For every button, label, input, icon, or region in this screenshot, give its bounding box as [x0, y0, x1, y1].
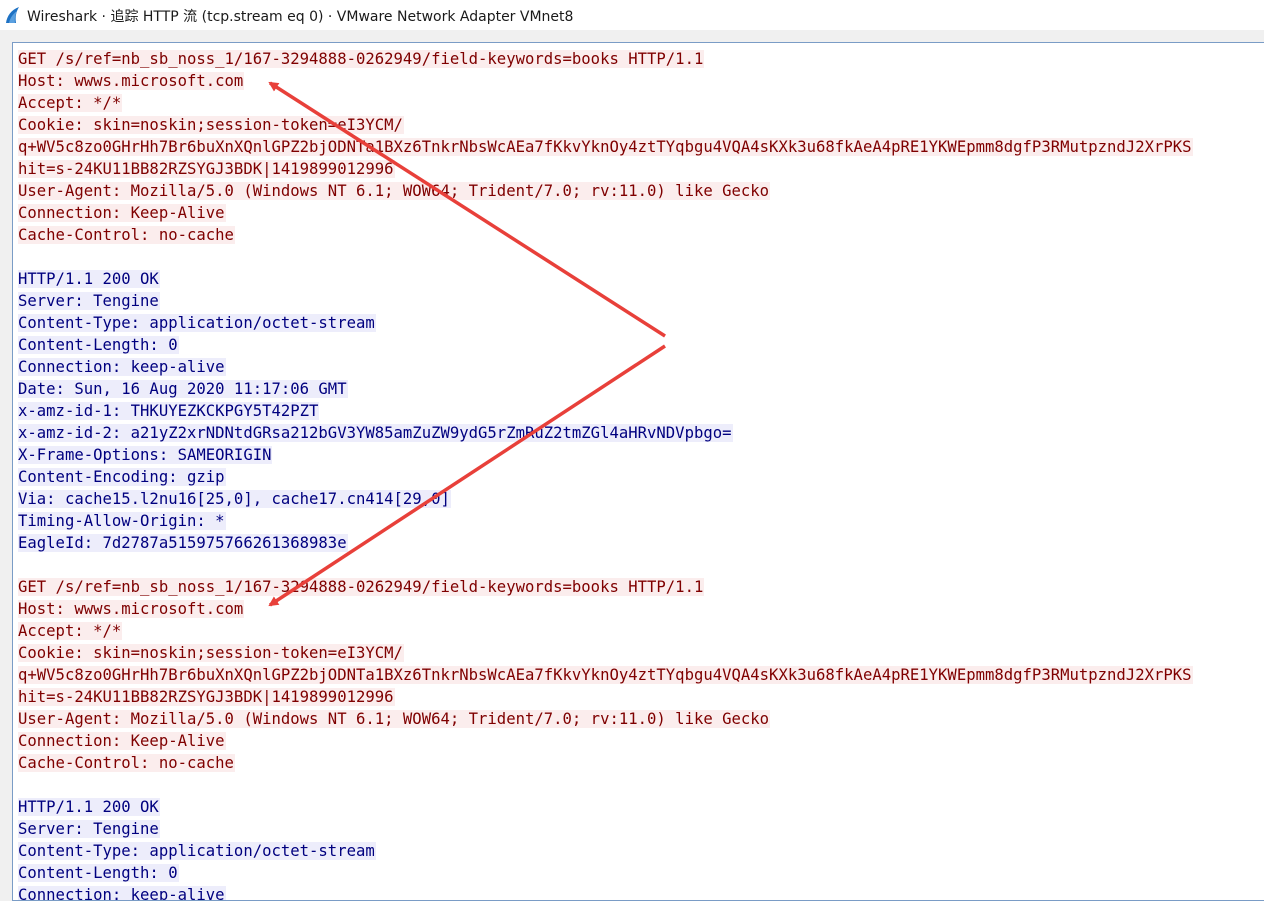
line-text: Host: wwws.microsoft.com: [18, 600, 245, 618]
client-line: GET /s/ref=nb_sb_noss_1/167-3294888-0262…: [18, 576, 1193, 598]
line-text: q+WV5c8zo0GHrHh7Br6buXnXQnlGPZ2bjODNTa1B…: [18, 666, 1193, 684]
line-text: Date: Sun, 16 Aug 2020 11:17:06 GMT: [18, 380, 348, 398]
stream-content[interactable]: GET /s/ref=nb_sb_noss_1/167-3294888-0262…: [18, 48, 1193, 900]
line-text: GET /s/ref=nb_sb_noss_1/167-3294888-0262…: [18, 50, 705, 68]
line-text: Cookie: skin=noskin;session-token=eI3YCM…: [18, 644, 404, 662]
client-line: Cookie: skin=noskin;session-token=eI3YCM…: [18, 642, 1193, 664]
line-text: Cache-Control: no-cache: [18, 754, 235, 772]
line-text: HTTP/1.1 200 OK: [18, 270, 160, 288]
client-line: Cache-Control: no-cache: [18, 752, 1193, 774]
line-text: hit=s-24KU11BB82RZSYGJ3BDK|1419899012996: [18, 160, 395, 178]
client-line: Host: wwws.microsoft.com: [18, 70, 1193, 92]
line-text: Server: Tengine: [18, 820, 160, 838]
line-text: Accept: */*: [18, 94, 123, 112]
server-line: Server: Tengine: [18, 818, 1193, 840]
line-text: Content-Length: 0: [18, 336, 179, 354]
server-line: X-Frame-Options: SAMEORIGIN: [18, 444, 1193, 466]
line-text: Cache-Control: no-cache: [18, 226, 235, 244]
line-text: EagleId: 7d2787a515975766261368983e: [18, 534, 348, 552]
client-line: Accept: */*: [18, 92, 1193, 114]
line-text: Cookie: skin=noskin;session-token=eI3YCM…: [18, 116, 404, 134]
server-line: HTTP/1.1 200 OK: [18, 796, 1193, 818]
line-text: Accept: */*: [18, 622, 123, 640]
server-line: Timing-Allow-Origin: *: [18, 510, 1193, 532]
server-line: x-amz-id-1: THKUYEZKCKPGY5T42PZT: [18, 400, 1193, 422]
line-text: x-amz-id-2: a21yZ2xrNDNtdGRsa212bGV3YW85…: [18, 424, 733, 442]
line-text: Content-Length: 0: [18, 864, 179, 882]
server-line: Server: Tengine: [18, 290, 1193, 312]
client-line: GET /s/ref=nb_sb_noss_1/167-3294888-0262…: [18, 48, 1193, 70]
window-body: GET /s/ref=nb_sb_noss_1/167-3294888-0262…: [0, 30, 1264, 901]
line-text: GET /s/ref=nb_sb_noss_1/167-3294888-0262…: [18, 578, 705, 596]
client-line: User-Agent: Mozilla/5.0 (Windows NT 6.1;…: [18, 708, 1193, 730]
server-line: Content-Type: application/octet-stream: [18, 840, 1193, 862]
line-text: x-amz-id-1: THKUYEZKCKPGY5T42PZT: [18, 402, 320, 420]
server-line: Content-Type: application/octet-stream: [18, 312, 1193, 334]
client-block: GET /s/ref=nb_sb_noss_1/167-3294888-0262…: [18, 576, 1193, 774]
line-text: Host: wwws.microsoft.com: [18, 72, 245, 90]
line-text: Timing-Allow-Origin: *: [18, 512, 226, 530]
server-line: Connection: keep-alive: [18, 884, 1193, 900]
follow-stream-text-view[interactable]: GET /s/ref=nb_sb_noss_1/167-3294888-0262…: [12, 42, 1264, 901]
client-line: Cookie: skin=noskin;session-token=eI3YCM…: [18, 114, 1193, 136]
client-line: Accept: */*: [18, 620, 1193, 642]
client-block: GET /s/ref=nb_sb_noss_1/167-3294888-0262…: [18, 48, 1193, 246]
server-line: Date: Sun, 16 Aug 2020 11:17:06 GMT: [18, 378, 1193, 400]
client-line: Connection: Keep-Alive: [18, 730, 1193, 752]
line-text: Via: cache15.l2nu16[25,0], cache17.cn414…: [18, 490, 451, 508]
client-line: Connection: Keep-Alive: [18, 202, 1193, 224]
client-line: q+WV5c8zo0GHrHh7Br6buXnXQnlGPZ2bjODNTa1B…: [18, 664, 1193, 686]
server-line: x-amz-id-2: a21yZ2xrNDNtdGRsa212bGV3YW85…: [18, 422, 1193, 444]
line-text: Content-Type: application/octet-stream: [18, 842, 376, 860]
client-line: hit=s-24KU11BB82RZSYGJ3BDK|1419899012996: [18, 686, 1193, 708]
client-line: q+WV5c8zo0GHrHh7Br6buXnXQnlGPZ2bjODNTa1B…: [18, 136, 1193, 158]
line-text: q+WV5c8zo0GHrHh7Br6buXnXQnlGPZ2bjODNTa1B…: [18, 138, 1193, 156]
line-text: Connection: keep-alive: [18, 358, 226, 376]
line-text: Server: Tengine: [18, 292, 160, 310]
server-line: Connection: keep-alive: [18, 356, 1193, 378]
server-block: HTTP/1.1 200 OK Server: Tengine Content-Ty…: [18, 268, 1193, 554]
line-text: HTTP/1.1 200 OK: [18, 798, 160, 816]
line-text: User-Agent: Mozilla/5.0 (Windows NT 6.1;…: [18, 182, 771, 200]
line-text: hit=s-24KU11BB82RZSYGJ3BDK|1419899012996: [18, 688, 395, 706]
line-text: Connection: Keep-Alive: [18, 204, 226, 222]
server-line: Content-Length: 0: [18, 334, 1193, 356]
line-text: Connection: Keep-Alive: [18, 732, 226, 750]
title-bar: Wireshark · 追踪 HTTP 流 (tcp.stream eq 0) …: [0, 0, 1264, 30]
line-text: Connection: keep-alive: [18, 886, 226, 900]
server-line: EagleId: 7d2787a515975766261368983e: [18, 532, 1193, 554]
server-block: HTTP/1.1 200 OK Server: Tengine Content-Ty…: [18, 796, 1193, 900]
server-line: HTTP/1.1 200 OK: [18, 268, 1193, 290]
client-line: hit=s-24KU11BB82RZSYGJ3BDK|1419899012996: [18, 158, 1193, 180]
line-text: Content-Type: application/octet-stream: [18, 314, 376, 332]
client-line: Cache-Control: no-cache: [18, 224, 1193, 246]
client-line: User-Agent: Mozilla/5.0 (Windows NT 6.1;…: [18, 180, 1193, 202]
window-title: Wireshark · 追踪 HTTP 流 (tcp.stream eq 0) …: [27, 9, 574, 25]
server-line: Content-Length: 0: [18, 862, 1193, 884]
server-line: Via: cache15.l2nu16[25,0], cache17.cn414…: [18, 488, 1193, 510]
wireshark-fin-icon: [6, 7, 19, 23]
line-text: User-Agent: Mozilla/5.0 (Windows NT 6.1;…: [18, 710, 771, 728]
client-line: Host: wwws.microsoft.com: [18, 598, 1193, 620]
line-text: X-Frame-Options: SAMEORIGIN: [18, 446, 273, 464]
server-line: Content-Encoding: gzip: [18, 466, 1193, 488]
line-text: Content-Encoding: gzip: [18, 468, 226, 486]
